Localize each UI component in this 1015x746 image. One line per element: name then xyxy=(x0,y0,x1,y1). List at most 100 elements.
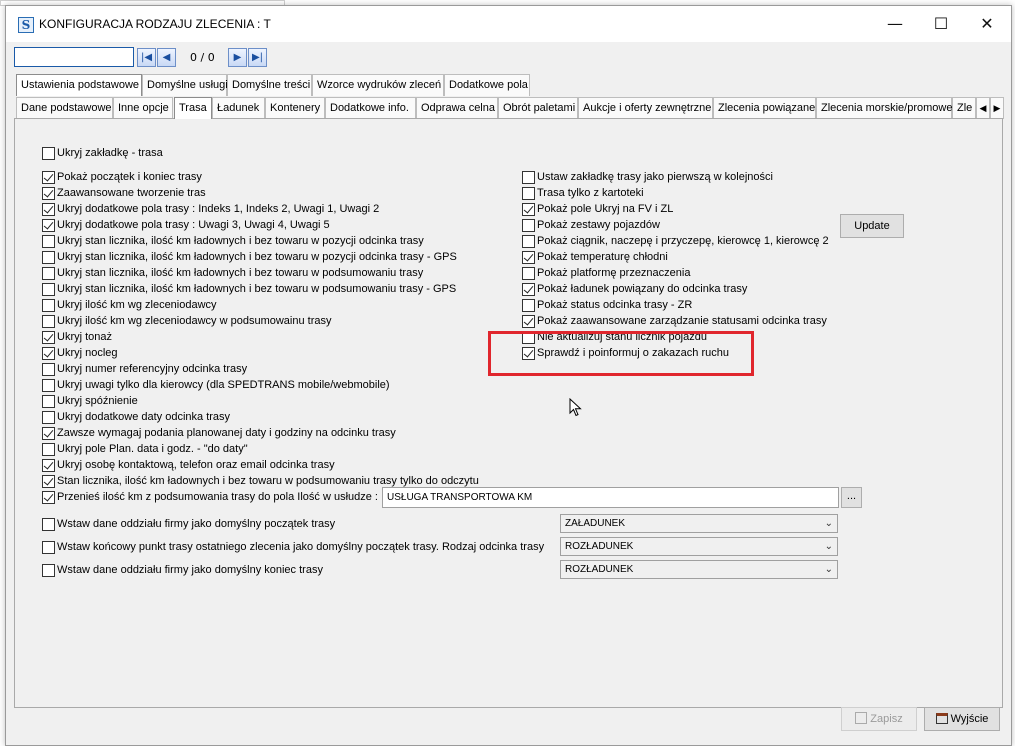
checkbox-label: Przenieś ilość km z podsumowania trasy d… xyxy=(57,491,378,503)
route-segment-select[interactable]: ROZŁADUNEK ⌄ xyxy=(560,537,838,556)
tab-related-orders[interactable]: Zlecenia powiązane xyxy=(713,97,816,119)
checkbox-label: Pokaż początek i koniec trasy xyxy=(57,171,202,183)
checkbox-checked[interactable] xyxy=(42,427,55,440)
checkbox-checked[interactable] xyxy=(42,219,55,232)
checkbox-label: Ukryj ilość km wg zleceniodawcy w podsum… xyxy=(57,315,332,327)
checkbox-label: Pokaż platformę przeznaczenia xyxy=(537,267,691,279)
checkbox-label: Pokaż ładunek powiązany do odcinka trasy xyxy=(537,283,748,295)
checkbox-label: Stan licznika, ilość km ładownych i bez … xyxy=(57,475,479,487)
save-icon xyxy=(855,712,868,724)
checkbox-checked[interactable] xyxy=(42,331,55,344)
tab-basic-data[interactable]: Dane podstawowe xyxy=(16,97,113,119)
tab-customs[interactable]: Odprawa celna xyxy=(416,97,498,119)
chevron-down-icon[interactable]: ⌄ xyxy=(825,515,833,532)
tab-other-options[interactable]: Inne opcje xyxy=(113,97,173,119)
checkbox-checked[interactable] xyxy=(42,459,55,472)
checkbox-unchecked[interactable] xyxy=(42,363,55,376)
exit-label: Wyjście xyxy=(950,713,989,725)
checkbox-unchecked[interactable] xyxy=(42,564,55,577)
maximize-button[interactable]: ☐ xyxy=(918,6,964,42)
checkbox-label: Ukryj osobę kontaktową, telefon oraz ema… xyxy=(57,459,335,471)
tab-pallets[interactable]: Obrót paletami xyxy=(498,97,578,119)
checkbox-unchecked[interactable] xyxy=(42,379,55,392)
checkbox-unchecked[interactable] xyxy=(42,283,55,296)
tab-scroll-right-icon[interactable]: ▶ xyxy=(990,97,1004,119)
first-record-icon[interactable]: |◀ xyxy=(137,48,156,67)
checkbox-unchecked[interactable] xyxy=(522,171,535,184)
exit-button[interactable]: Wyjście xyxy=(924,707,1000,731)
checkbox-unchecked[interactable] xyxy=(522,187,535,200)
checkbox-unchecked[interactable] xyxy=(42,315,55,328)
tab-extra-fields[interactable]: Dodatkowe pola xyxy=(444,74,530,96)
tab-auctions[interactable]: Aukcje i oferty zewnętrzne xyxy=(578,97,713,119)
tab-default-services[interactable]: Domyślne usługi xyxy=(142,74,228,96)
tab-additional-info[interactable]: Dodatkowe info. xyxy=(325,97,416,119)
chevron-down-icon[interactable]: ⌄ xyxy=(825,538,833,555)
browse-service-button[interactable]: ... xyxy=(841,487,862,508)
checkbox-unchecked[interactable] xyxy=(42,395,55,408)
tab-basic-settings[interactable]: Ustawienia podstawowe xyxy=(16,74,142,96)
checkbox-checked[interactable] xyxy=(522,251,535,264)
checkbox-unchecked[interactable] xyxy=(522,267,535,280)
route-segment-select[interactable]: ZAŁADUNEK ⌄ xyxy=(560,514,838,533)
checkbox-label: Pokaż temperaturę chłodni xyxy=(537,251,668,263)
mouse-cursor-icon xyxy=(569,398,582,417)
tab-default-texts[interactable]: Domyślne treści xyxy=(227,74,312,96)
record-search-input[interactable] xyxy=(14,47,134,67)
checkbox-checked[interactable] xyxy=(42,475,55,488)
tab-cargo[interactable]: Ładunek xyxy=(212,97,265,119)
checkbox-checked[interactable] xyxy=(522,203,535,216)
minimize-button[interactable]: — xyxy=(872,6,918,42)
tab-containers[interactable]: Kontenery xyxy=(265,97,325,119)
app-icon: S xyxy=(18,17,34,33)
main-tabs: Ustawienia podstawowe Domyślne usługi Do… xyxy=(14,74,1003,96)
route-segment-select[interactable]: ROZŁADUNEK ⌄ xyxy=(560,560,838,579)
prev-record-icon[interactable]: ◀ xyxy=(157,48,176,67)
highlight-box xyxy=(488,331,754,376)
checkbox-unchecked[interactable] xyxy=(522,235,535,248)
checkbox-checked[interactable] xyxy=(42,187,55,200)
checkbox-unchecked[interactable] xyxy=(522,219,535,232)
checkbox-checked[interactable] xyxy=(42,491,55,504)
tab-sea-orders[interactable]: Zlecenia morskie/promowe xyxy=(816,97,952,119)
record-counter: 0 / 0 xyxy=(190,51,215,64)
checkbox-label: Pokaż ciągnik, naczepę i przyczepę, kier… xyxy=(537,235,829,247)
checkbox-unchecked[interactable] xyxy=(42,411,55,424)
checkbox-checked[interactable] xyxy=(42,347,55,360)
checkbox-checked[interactable] xyxy=(522,283,535,296)
checkbox-label: Ukryj uwagi tylko dla kierowcy (dla SPED… xyxy=(57,379,390,391)
checkbox-unchecked[interactable] xyxy=(42,443,55,456)
tab-scroll-left-icon[interactable]: ◀ xyxy=(976,97,990,119)
update-button[interactable]: Update xyxy=(840,214,904,238)
close-button[interactable]: ✕ xyxy=(964,6,1010,42)
checkbox-label: Wstaw dane oddziału firmy jako domyślny … xyxy=(57,518,336,530)
service-field[interactable]: USŁUGA TRANSPORTOWA KM xyxy=(382,487,839,508)
checkbox-unchecked[interactable] xyxy=(42,299,55,312)
save-button[interactable]: Zapisz xyxy=(841,707,917,731)
tab-route[interactable]: Trasa xyxy=(174,97,212,119)
checkbox-label: Ukryj stan licznika, ilość km ładownych … xyxy=(57,251,457,263)
tab-print-templates[interactable]: Wzorce wydruków zleceń xyxy=(312,74,444,96)
next-record-icon[interactable]: ▶ xyxy=(228,48,247,67)
sub-tabs: Dane podstawowe Inne opcje Trasa Ładunek… xyxy=(14,97,1004,119)
checkbox-label: Pokaż zaawansowane zarządzanie statusami… xyxy=(537,315,827,327)
tab-more[interactable]: Zle xyxy=(952,97,976,119)
checkbox-unchecked[interactable] xyxy=(42,147,55,160)
chevron-down-icon[interactable]: ⌄ xyxy=(825,561,833,578)
save-label: Zapisz xyxy=(870,713,903,725)
checkbox-checked[interactable] xyxy=(42,171,55,184)
checkbox-label: Ukryj pole Plan. data i godz. - "do daty… xyxy=(57,443,248,455)
route-settings-panel: Ukryj zakładkę - trasa Pokaż początek i k… xyxy=(14,118,1003,708)
checkbox-checked[interactable] xyxy=(522,315,535,328)
checkbox-label: Ukryj numer referencyjny odcinka trasy xyxy=(57,363,248,375)
checkbox-unchecked[interactable] xyxy=(42,235,55,248)
checkbox-unchecked[interactable] xyxy=(42,267,55,280)
checkbox-unchecked[interactable] xyxy=(42,541,55,554)
checkbox-unchecked[interactable] xyxy=(42,251,55,264)
checkbox-unchecked[interactable] xyxy=(42,518,55,531)
select-value: ROZŁADUNEK xyxy=(565,541,634,552)
checkbox-checked[interactable] xyxy=(42,203,55,216)
checkbox-unchecked[interactable] xyxy=(522,299,535,312)
last-record-icon[interactable]: ▶| xyxy=(248,48,267,67)
checkbox-label: Ukryj dodatkowe pola trasy : Uwagi 3, Uw… xyxy=(57,219,330,231)
